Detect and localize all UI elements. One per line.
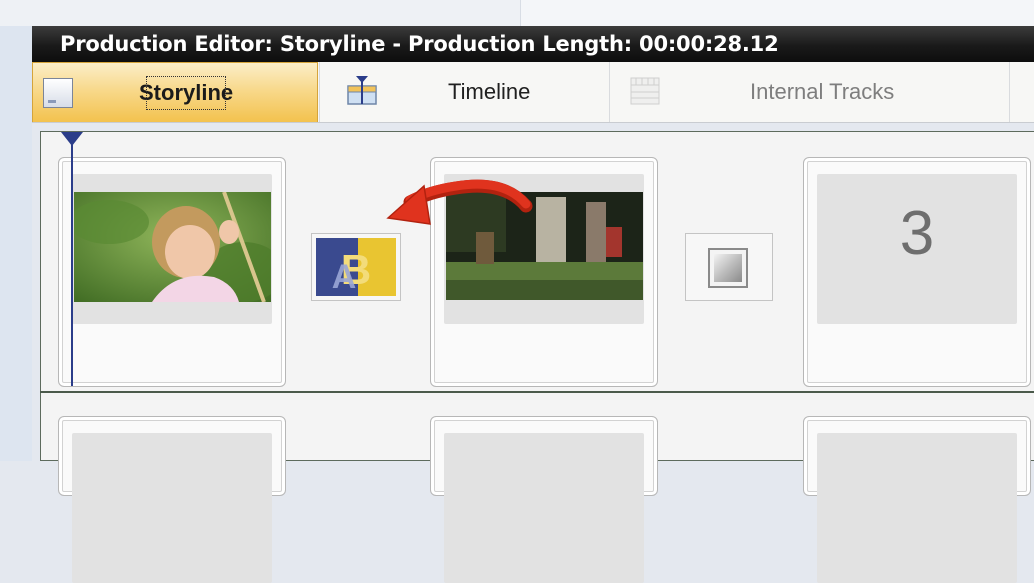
storyline-slot-6[interactable]	[803, 416, 1031, 583]
slot-number: 3	[899, 199, 935, 268]
storyline-slot-1[interactable]	[58, 157, 286, 387]
tab-overflow[interactable]	[1009, 62, 1034, 122]
internal-tracks-icon	[630, 77, 660, 105]
window-title: Production Editor: Storyline - Productio…	[60, 32, 779, 56]
annotation-arrow-icon	[386, 179, 533, 225]
storyline-row-divider	[40, 391, 1034, 393]
playhead-line[interactable]	[71, 138, 73, 386]
storyline-slot-4[interactable]	[58, 416, 286, 583]
top-window-edge	[0, 0, 1034, 26]
tab-timeline-label: Timeline	[448, 79, 531, 104]
tab-timeline[interactable]: Timeline	[319, 62, 609, 122]
desktop-background	[0, 0, 32, 461]
storyline-slot-3[interactable]: 3	[803, 157, 1031, 387]
tab-storyline[interactable]: Storyline	[32, 62, 318, 122]
wipe-transition-icon: B A	[316, 238, 396, 296]
tab-internal-tracks-label: Internal Tracks	[750, 79, 895, 104]
storyline-slot-5[interactable]	[430, 416, 658, 583]
tab-storyline-label: Storyline	[133, 63, 239, 123]
svg-text:A: A	[332, 258, 357, 296]
tab-internal-tracks[interactable]: Internal Tracks	[609, 62, 1009, 122]
storyline-icon	[43, 78, 73, 108]
transition-slot-2[interactable]	[685, 233, 773, 301]
transition-slot-1[interactable]: B A	[311, 233, 401, 301]
empty-transition-icon	[708, 248, 748, 288]
window-title-bar: Production Editor: Storyline - Productio…	[32, 26, 1034, 62]
clip-thumbnail-girl-on-swing[interactable]	[74, 192, 271, 302]
timeline-icon	[347, 76, 377, 105]
view-tab-bar: Storyline Timeline Internal Tracks	[32, 62, 1034, 123]
